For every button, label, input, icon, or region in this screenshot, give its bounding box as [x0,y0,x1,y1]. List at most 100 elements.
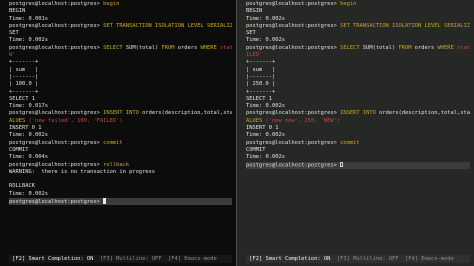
terminal-line: ILED' [246,52,470,59]
terminal-line: postgres@localhost:postgres> INSERT INTO… [246,110,470,117]
terminal-text: FROM [398,44,415,51]
terminal-line: postgres@localhost:postgres> begin [9,1,232,8]
terminal-line: ALUES ('new new', 250, 'NEW') [246,118,470,125]
terminal-line: |-------| [246,74,470,81]
terminal-line: postgres@localhost:postgres> SET TRANSAC… [246,23,470,30]
command-input-line[interactable]: postgres@localhost:postgres> [9,198,232,206]
terminal-text: postgres@localhost:postgres> [9,110,104,117]
terminal-text: Time: 0.002s [246,15,285,22]
terminal-text: Time: 0.002s [246,37,285,44]
terminal-line: Time: 0.002s [246,16,470,23]
terminal-line: postgres@localhost:postgres> SELECT SUM(… [9,45,232,52]
terminal-line: SELECT 1 [246,96,470,103]
terminal-text: ('new failed', 100, 'FAILED') [28,117,123,124]
terminal-text: SET TRANSACTION ISOLATION LEVEL SERIALIZ… [340,22,470,29]
terminal-text: ALUES [246,117,266,124]
terminal-text: +-------+ [9,88,39,95]
terminal-text: W' [9,52,16,59]
terminal-text: SELECT 1 [9,95,35,102]
text-cursor [340,161,344,168]
terminal-text: +-------+ [246,59,276,66]
right-terminal-output: postgres@localhost:postgres> begin BEGIN T… [246,1,470,169]
terminal-text: | sum | [246,66,276,73]
terminal-line: Time: 0.002s [246,37,470,44]
toolbar-item: [F4] Emacs-mode [164,256,217,262]
prompt-text: postgres@localhost:postgres> [9,199,104,206]
toolbar-item: [F2] Smart Completion: ON [246,256,334,262]
terminal-text: orders [414,44,438,51]
terminal-text: postgres@localhost:postgres> [9,139,104,146]
terminal-line: +-------+ [246,89,470,96]
terminal-text: postgres@localhost:postgres> [246,110,341,117]
terminal-line: postgres@localhost:postgres> begin [246,1,470,8]
left-status-toolbar: [F2] Smart Completion: ON [F3] Multiline… [9,255,232,263]
terminal-text: ('new new', 250, 'NEW') [265,117,341,124]
terminal-line: INSERT 0 1 [9,125,232,132]
terminal-line: Time: 0.004s [9,154,232,161]
terminal-line: COMMIT [246,147,470,154]
terminal-line: ROLLBACK [9,183,232,190]
terminal-text: status= 'FA [456,44,470,51]
terminal-line: SET [9,30,232,37]
terminal-line: | 100.0 | [9,81,232,88]
terminal-line: postgres@localhost:postgres> SET TRANSAC… [9,23,232,30]
terminal-line: postgres@localhost:postgres> commit [9,140,232,147]
terminal-text: COMMIT [246,146,266,153]
terminal-text: WARNING: there is no transaction in prog… [9,168,156,175]
terminal-text: orders(description,total,status) [142,110,232,117]
text-cursor [103,198,107,205]
terminal-text: begin [340,1,357,7]
terminal-line: Time: 0.017s [9,103,232,110]
terminal-text: BEGIN [246,8,263,15]
terminal-text: +-------+ [246,88,276,95]
terminal-text: postgres@localhost:postgres> [9,44,104,51]
terminal-line: Time: 0.002s [246,132,470,139]
terminal-text: rollback [103,161,130,168]
terminal-text: begin [103,1,120,7]
terminal-text: INSERT INTO [103,110,143,117]
toolbar-item: [F3] Multiline: OFF [333,256,402,262]
terminal-line: postgres@localhost:postgres> SELECT SUM(… [246,45,470,52]
terminal-text: SUM(total) [125,44,162,51]
terminal-text: WHERE [200,44,220,51]
terminal-text: ILED' [246,52,263,59]
terminal-text: commit [340,139,360,146]
terminal-line: | 250.0 | [246,81,470,88]
terminal-text: Time: 0.002s [9,190,48,197]
terminal-text: COMMIT [9,146,29,153]
terminal-line: Time: 0.002s [9,132,232,139]
terminal-text: postgres@localhost:postgres> [9,22,104,29]
left-terminal-pane[interactable]: postgres@localhost:postgres> begin BEGIN T… [0,0,236,266]
terminal-text: | 250.0 | [246,81,276,88]
terminal-text: postgres@localhost:postgres> [246,139,341,146]
terminal-line: WARNING: there is no transaction in prog… [9,169,232,176]
right-status-toolbar: [F2] Smart Completion: ON [F3] Multiline… [246,255,470,263]
terminal-text: | sum | [9,66,39,73]
terminal-text: Time: 0.002s [246,103,285,110]
toolbar-item: [F2] Smart Completion: ON [9,256,97,262]
prompt-text: postgres@localhost:postgres> [246,162,341,169]
terminal-line: Time: 0.002s [246,154,470,161]
terminal-line: SELECT 1 [9,96,232,103]
terminal-line: Time: 0.002s [246,103,470,110]
terminal-text: BEGIN [9,8,26,15]
terminal-line: BEGIN [246,8,470,15]
terminal-text: orders(description,total,status) [379,110,470,117]
command-input-line[interactable]: postgres@localhost:postgres> [246,161,470,169]
terminal-text: | 100.0 | [9,81,39,88]
terminal-line: postgres@localhost:postgres> commit [246,140,470,147]
right-terminal-pane[interactable]: postgres@localhost:postgres> begin BEGIN T… [237,0,474,266]
terminal-text: postgres@localhost:postgres> [246,1,341,7]
terminal-text: INSERT 0 1 [9,125,42,132]
terminal-line: Time: 0.002s [9,37,232,44]
terminal-text: INSERT 0 1 [246,125,279,132]
terminal-line: Time: 0.001s [9,16,232,23]
terminal-text: SELECT 1 [246,95,272,102]
terminal-text: ROLLBACK [9,183,35,190]
terminal-text: Time: 0.004s [9,154,48,161]
terminal-line: +-------+ [9,59,232,66]
terminal-text: status= 'NE [219,44,232,51]
terminal-text: FROM [161,44,178,51]
terminal-text: commit [103,139,123,146]
